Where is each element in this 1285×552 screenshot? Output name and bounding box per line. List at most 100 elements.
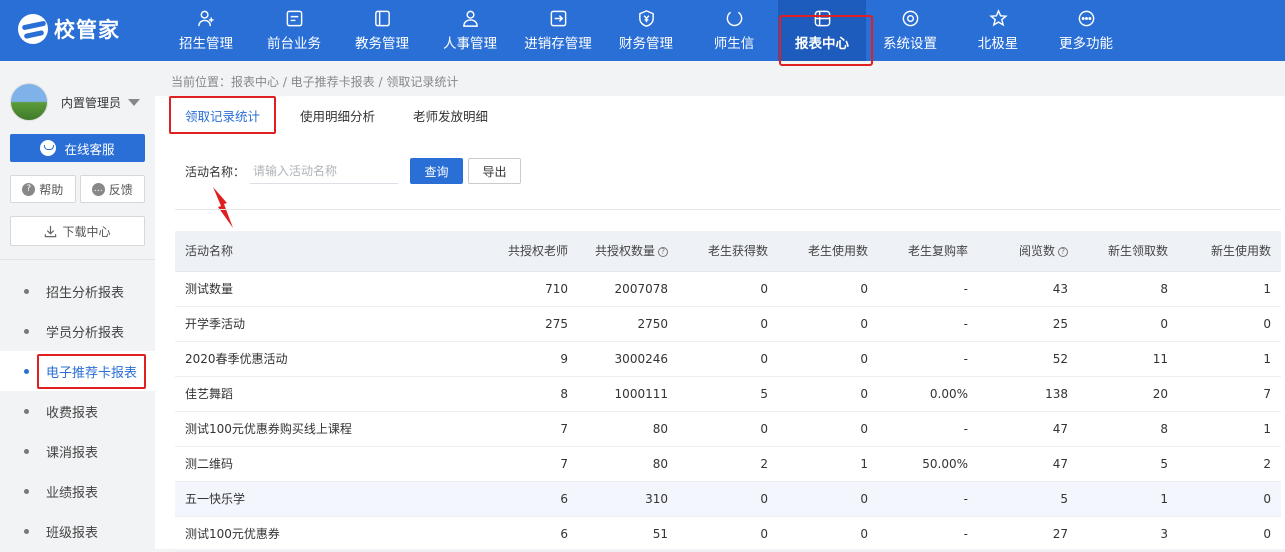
table-cell-activity-name: 佳艺舞蹈 xyxy=(175,376,480,412)
activity-name-input[interactable] xyxy=(250,158,399,184)
table-row[interactable]: 2020春季优惠活动 9 3000246 0 0-52 11 1 xyxy=(175,341,1281,377)
nav-label: 人事管理 xyxy=(443,36,497,52)
download-center-button[interactable]: 下载中心 xyxy=(10,216,145,246)
chat-bubble-icon xyxy=(40,140,57,156)
tab-teacher-distribution[interactable]: 老师发放明细 xyxy=(399,96,502,134)
feedback-button[interactable]: … 反馈 xyxy=(79,175,145,203)
table-cell: 0 xyxy=(778,341,878,377)
sidebar-item-student-report[interactable]: 学员分析报表 xyxy=(0,311,155,351)
table-row[interactable]: 佳艺舞蹈 8 1000111 5 0 0.00% 138 20 7 xyxy=(175,376,1281,412)
table-header: 老生复购率 xyxy=(878,231,978,272)
nav-item-polaris[interactable]: 北极星 xyxy=(954,0,1042,61)
table-cell: 0 xyxy=(678,306,778,342)
breadcrumb: 当前位置：报表中心 / 电子推荐卡报表 / 领取记录统计 xyxy=(171,75,459,89)
sidebar-item-ecard-report[interactable]: 电子推荐卡报表 xyxy=(0,351,155,391)
table-cell: 80 xyxy=(578,411,678,447)
table-cell: 0 xyxy=(678,271,778,307)
export-button[interactable]: 导出 xyxy=(468,158,522,184)
nav-item-hr[interactable]: 人事管理 xyxy=(426,0,514,61)
sidebar-item-enrollment-report[interactable]: 招生分析报表 xyxy=(0,271,155,311)
table-cell: 0 xyxy=(778,271,878,307)
nav-item-finance[interactable]: 财务管理 xyxy=(602,0,690,61)
table-cell: 2 xyxy=(1178,446,1281,482)
online-service-label: 在线客服 xyxy=(64,141,115,157)
filter-bar: 活动名称： 查询 导出 xyxy=(185,158,522,184)
help-button[interactable]: ? 帮助 xyxy=(10,175,76,203)
table-cell: 0 xyxy=(778,481,878,517)
nav-label: 招生管理 xyxy=(179,36,233,52)
help-icon[interactable]: ? xyxy=(658,247,668,258)
sidebar-item-label: 招生分析报表 xyxy=(46,285,125,301)
table-row[interactable]: 开学季活动 275 2750 0 0-25 0 0 xyxy=(175,306,1281,342)
nav-item-academic[interactable]: 教务管理 xyxy=(338,0,426,61)
table-row[interactable]: 五一快乐学 6 310 0 0-5 1 0 xyxy=(175,481,1281,517)
nav-label: 财务管理 xyxy=(619,36,673,52)
more-icon xyxy=(1078,10,1094,27)
help-feedback-group: ? 帮助 … 反馈 xyxy=(10,175,145,203)
nav-item-inventory[interactable]: 进销存管理 xyxy=(514,0,602,61)
user-menu[interactable]: 内置管理员 xyxy=(10,83,141,121)
table-cell: 0 xyxy=(778,306,878,342)
chat-icon xyxy=(726,11,742,27)
table-cell: 52 xyxy=(978,341,1078,377)
table-header: 老生使用数 xyxy=(778,231,878,272)
table-cell: 47 xyxy=(978,446,1078,482)
star-icon xyxy=(988,9,1008,27)
book-icon xyxy=(374,10,390,27)
table-header: 阅览数? xyxy=(978,231,1078,272)
nav-item-enrollment[interactable]: 招生管理 xyxy=(162,0,250,61)
monitor-icon xyxy=(286,10,302,27)
bullet-icon xyxy=(24,448,29,454)
bullet-icon xyxy=(24,528,29,534)
nav-item-settings[interactable]: 系统设置 xyxy=(866,0,954,61)
table-cell-activity-name: 测试100元优惠券购买线上课程 xyxy=(175,411,480,447)
sidebar-item-label: 班级报表 xyxy=(46,525,99,541)
question-icon: ? xyxy=(22,182,36,196)
nav-item-report-center[interactable]: 报表中心 xyxy=(778,0,866,61)
table-cell-activity-name: 开学季活动 xyxy=(175,306,480,342)
table-header: 共授权数量? xyxy=(578,231,678,272)
table-cell: 3 xyxy=(1078,516,1178,552)
table-cell: 0 xyxy=(1178,306,1281,342)
nav-item-front-desk[interactable]: 前台业务 xyxy=(250,0,338,61)
sidebar-item-label: 业绩报表 xyxy=(46,485,99,501)
nav-item-messages[interactable]: 师生信 xyxy=(690,0,778,61)
table-row[interactable]: 测试100元优惠券 6 51 0 0-27 3 0 xyxy=(175,516,1281,552)
sidebar-divider xyxy=(0,259,155,260)
nav-label: 系统设置 xyxy=(883,36,937,52)
table-cell: 0 xyxy=(778,376,878,412)
table-row[interactable]: 测试数量 710 2007078 0 0-43 8 1 xyxy=(175,271,1281,307)
table-cell: 8 xyxy=(480,376,578,412)
person-icon xyxy=(462,10,478,27)
table-cell: 0 xyxy=(778,516,878,552)
table-cell: 7 xyxy=(480,411,578,447)
table-cell: 6 xyxy=(480,516,578,552)
table-header: 新生使用数 xyxy=(1178,231,1281,272)
sidebar-item-label: 电子推荐卡报表 xyxy=(37,353,147,389)
query-button[interactable]: 查询 xyxy=(410,158,464,184)
online-service-button[interactable]: 在线客服 xyxy=(10,134,145,162)
sidebar-item-performance-report[interactable]: 业绩报表 xyxy=(0,471,155,511)
table-cell: 710 xyxy=(480,271,578,307)
nav-label: 前台业务 xyxy=(267,36,321,52)
app-logo[interactable]: 校管家 xyxy=(18,14,120,44)
sidebar-item-fee-report[interactable]: 收费报表 xyxy=(0,391,155,431)
tab-claim-stats[interactable]: 领取记录统计 xyxy=(169,96,277,134)
report-grid-icon xyxy=(814,10,830,27)
table-header: 老生获得数 xyxy=(678,231,778,272)
table-cell: 6 xyxy=(480,481,578,517)
table-row[interactable]: 测二维码 7 80 2 1 50.00% 47 5 2 xyxy=(175,446,1281,482)
sidebar-item-lesson-report[interactable]: 课消报表 xyxy=(0,431,155,471)
tab-usage-analysis[interactable]: 使用明细分析 xyxy=(286,96,389,134)
nav-item-more[interactable]: 更多功能 xyxy=(1042,0,1130,61)
sidebar-item-class-report[interactable]: 班级报表 xyxy=(0,511,155,551)
table-row[interactable]: 测试100元优惠券购买线上课程 7 80 0 0-47 8 1 xyxy=(175,411,1281,447)
bullet-icon xyxy=(24,368,29,374)
table-cell-activity-name: 测试数量 xyxy=(175,271,480,307)
table-cell: 138 xyxy=(978,376,1078,412)
help-icon[interactable]: ? xyxy=(1058,247,1068,258)
logo-mark-icon xyxy=(18,14,48,44)
sidebar-item-label: 课消报表 xyxy=(46,445,99,461)
table-cell-activity-name: 2020春季优惠活动 xyxy=(175,341,480,377)
sidebar: 内置管理员 在线客服 ? 帮助 … 反馈 下载中心 招生分析报表 学员分析报表 … xyxy=(0,61,155,549)
